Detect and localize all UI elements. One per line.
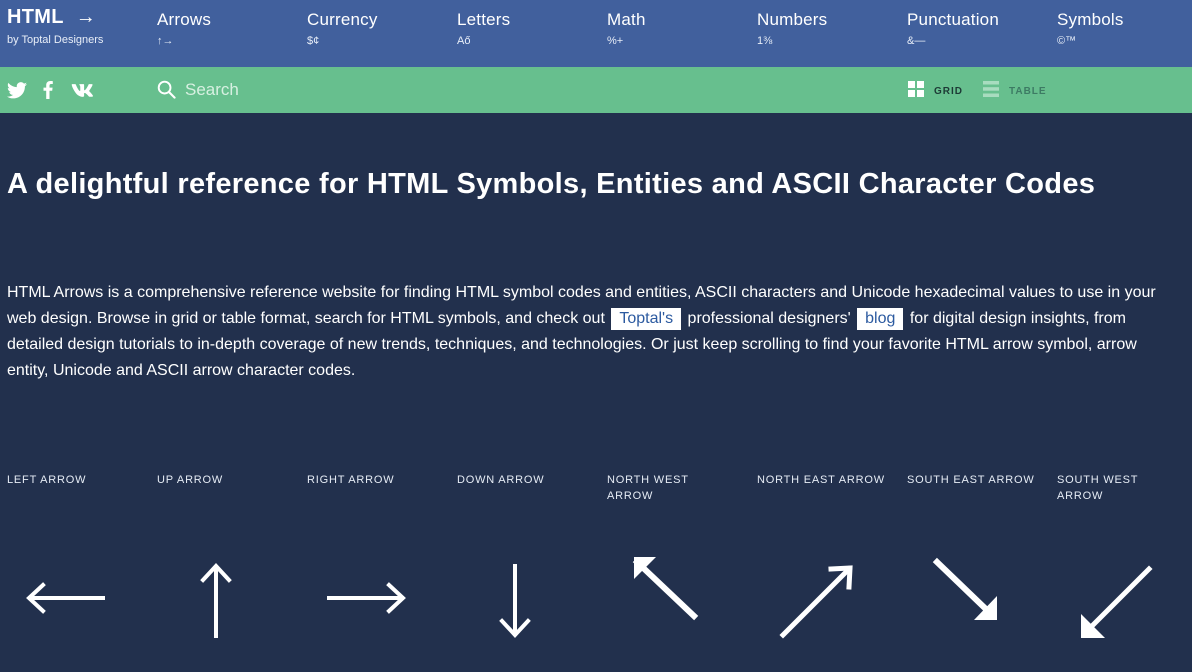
vk-icon[interactable] — [71, 80, 93, 100]
page-title: A delightful reference for HTML Symbols,… — [7, 168, 1096, 200]
arrow-card-south-east[interactable]: SOUTH EAST ARROW — [907, 472, 1057, 672]
arrow-card-down[interactable]: DOWN ARROW — [457, 472, 607, 672]
intro-text: professional designers' — [687, 310, 851, 327]
right-arrow-icon — [327, 582, 406, 614]
arrow-label: SOUTH WEST ARROW — [1057, 474, 1139, 502]
arrow-card-north-east[interactable]: NORTH EAST ARROW — [757, 472, 907, 672]
arrow-card-left[interactable]: LEFT ARROW — [7, 472, 157, 672]
nav-item-label: Letters — [457, 10, 511, 29]
table-view-toggle[interactable]: TABLE — [983, 81, 1047, 102]
nav-item-label: Math — [607, 10, 646, 29]
intro-paragraph: HTML Arrows is a comprehensive reference… — [7, 280, 1177, 384]
nav-item-sample: ©™ — [1057, 35, 1077, 47]
nav-item-punctuation[interactable]: Punctuation &— — [907, 10, 1047, 47]
brand-title: HTML — [7, 6, 64, 28]
nav-item-symbols[interactable]: Symbols ©™ — [1057, 10, 1187, 47]
arrow-card-right[interactable]: RIGHT ARROW — [307, 472, 457, 672]
arrow-label: UP ARROW — [157, 474, 224, 486]
nav-item-arrows[interactable]: Arrows ↑→ — [157, 10, 297, 47]
left-arrow-icon — [26, 582, 105, 614]
blog-link[interactable]: blog — [857, 308, 904, 330]
nav-item-sample: $¢ — [307, 35, 320, 47]
nav-item-label: Punctuation — [907, 10, 999, 29]
nav-item-math[interactable]: Math %+ — [607, 10, 747, 47]
search-icon — [157, 80, 176, 104]
south-east-arrow-icon — [932, 557, 997, 620]
nav-item-letters[interactable]: Letters Aő — [457, 10, 597, 47]
up-arrow-icon — [200, 563, 232, 638]
arrow-card-south-west[interactable]: SOUTH WEST ARROW — [1057, 472, 1192, 672]
arrow-card-north-west[interactable]: NORTH WEST ARROW — [607, 472, 757, 672]
nav-item-label: Numbers — [757, 10, 828, 29]
table-view-label: TABLE — [1009, 86, 1047, 97]
search-input[interactable] — [185, 77, 745, 103]
grid-view-label: GRID — [934, 86, 963, 97]
nav-item-currency[interactable]: Currency $¢ — [307, 10, 447, 47]
north-east-arrow-icon — [779, 565, 853, 639]
twitter-icon[interactable] — [6, 80, 28, 100]
arrow-label: NORTH EAST ARROW — [757, 474, 885, 486]
arrow-label: RIGHT ARROW — [307, 474, 395, 486]
facebook-icon[interactable] — [37, 80, 59, 100]
search-bar: GRID TABLE — [0, 67, 1192, 113]
nav-item-label: Currency — [307, 10, 378, 29]
nav-item-label: Arrows — [157, 10, 212, 29]
grid-view-toggle[interactable]: GRID — [908, 81, 963, 102]
grid-icon — [908, 81, 924, 102]
nav-item-sample: Aő — [457, 35, 471, 47]
arrow-card-up[interactable]: UP ARROW — [157, 472, 307, 672]
arrow-label: DOWN ARROW — [457, 474, 545, 486]
nav-item-sample: %+ — [607, 35, 624, 47]
top-navigation: HTML → by Toptal Designers Arrows ↑→ Curr… — [0, 0, 1192, 67]
nav-item-label: Symbols — [1057, 10, 1124, 29]
arrow-label: LEFT ARROW — [7, 474, 87, 486]
table-icon — [983, 81, 999, 102]
brand-subtitle: by Toptal Designers — [7, 34, 104, 46]
arrow-label: SOUTH EAST ARROW — [907, 474, 1035, 486]
nav-item-sample: ↑→ — [157, 35, 174, 47]
north-west-arrow-icon — [632, 557, 699, 621]
site-logo[interactable]: HTML → by Toptal Designers — [7, 6, 103, 46]
nav-item-sample: 1⅜ — [757, 35, 773, 47]
nav-item-sample: &— — [907, 35, 926, 47]
down-arrow-icon — [499, 564, 531, 638]
toptal-link[interactable]: Toptal's — [611, 308, 682, 330]
brand-arrow: → — [75, 6, 97, 28]
nav-item-numbers[interactable]: Numbers 1⅜ — [757, 10, 897, 47]
south-west-arrow-icon — [1081, 565, 1153, 638]
arrow-label: NORTH WEST ARROW — [607, 474, 689, 502]
